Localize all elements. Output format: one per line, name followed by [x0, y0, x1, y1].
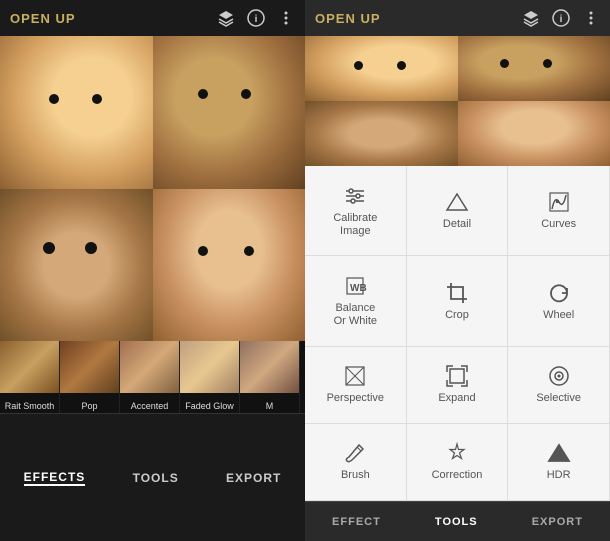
doll-cell-4 [153, 189, 306, 342]
tool-expand[interactable]: Expand [407, 347, 509, 424]
more-icon-left[interactable] [277, 9, 295, 27]
thumb-label-4: Faded Glow [180, 401, 239, 411]
curves-icon [547, 190, 571, 214]
white-balance-label: BalanceOr White [334, 302, 377, 328]
right-main-image [305, 36, 610, 166]
right-top-icons: i [522, 9, 600, 27]
perspective-label: Perspective [327, 392, 384, 405]
detail-icon [445, 190, 469, 214]
left-top-bar: OPEN UP i [0, 0, 305, 36]
tool-detail[interactable]: Detail [407, 166, 509, 256]
svg-text:i: i [560, 14, 563, 25]
doll-cell-3 [0, 189, 153, 342]
selective-label: Selective [536, 392, 581, 405]
info-icon-right[interactable]: i [552, 9, 570, 27]
thumb-accented[interactable]: Accented [120, 341, 180, 413]
more-icon-right[interactable] [582, 9, 600, 27]
left-panel: OPEN UP i [0, 0, 305, 541]
selective-icon [547, 364, 571, 388]
tool-curves[interactable]: Curves [508, 166, 610, 256]
tab-export-right[interactable]: EXPORT [532, 516, 583, 528]
app-title-right: OPEN UP [315, 11, 381, 26]
doll-cell-2 [153, 36, 306, 189]
bottom-bar-right: EFFECT TOOLS EXPORT [305, 501, 610, 541]
tab-tools-left[interactable]: TOOLS [133, 471, 179, 485]
thumb-label-2: Pop [60, 401, 119, 411]
bottom-bar-left: Effects TOOLS EXPORT [0, 413, 305, 541]
svg-text:WB: WB [350, 283, 367, 294]
tab-effects[interactable]: Effects [24, 470, 86, 486]
doll-cell-1 [0, 36, 153, 189]
hdr-label: HDR [547, 469, 571, 482]
curves-label: Curves [541, 218, 576, 231]
tool-calibrate[interactable]: CalibrateImage [305, 166, 407, 256]
main-image-left [0, 36, 305, 341]
correction-label: Correction [432, 469, 483, 482]
thumb-m[interactable]: M [240, 341, 300, 413]
left-top-icons: i [217, 9, 295, 27]
wheel-label: Wheel [543, 309, 574, 322]
thumb-label-5: M [240, 401, 299, 411]
calibrate-icon [343, 183, 367, 207]
tool-selective[interactable]: Selective [508, 347, 610, 424]
thumb-label-1: Rait Smooth [0, 401, 59, 411]
info-icon-left[interactable]: i [247, 9, 265, 27]
expand-icon [445, 364, 469, 388]
tool-correction[interactable]: Correction [407, 424, 509, 501]
layers-icon-right[interactable] [522, 9, 540, 27]
tool-white-balance[interactable]: WB BalanceOr White [305, 256, 407, 346]
expand-label: Expand [438, 392, 475, 405]
right-top-bar: OPEN UP i [305, 0, 610, 36]
hdr-icon [547, 441, 571, 465]
white-balance-icon: WB [343, 274, 367, 298]
thumb-rait-smooth[interactable]: Rait Smooth [0, 341, 60, 413]
thumb-label-3: Accented [120, 401, 179, 411]
tab-tools-right[interactable]: TOOLS [435, 516, 478, 528]
crop-icon [445, 280, 469, 304]
brush-icon [343, 441, 367, 465]
svg-text:i: i [255, 14, 258, 25]
brush-label: Brush [341, 469, 370, 482]
thumbnail-strip: Rait Smooth Pop Accented Faded Glow M [0, 341, 305, 413]
perspective-icon [343, 364, 367, 388]
thumb-faded-glow[interactable]: Faded Glow [180, 341, 240, 413]
wheel-icon [547, 280, 571, 304]
correction-icon [445, 441, 469, 465]
app-title-left: OPEN UP [10, 11, 76, 26]
crop-label: Crop [445, 309, 469, 322]
tool-hdr[interactable]: HDR [508, 424, 610, 501]
tab-export-left[interactable]: EXPORT [226, 471, 281, 485]
tab-effect-right[interactable]: EFFECT [332, 516, 381, 528]
tool-wheel[interactable]: Wheel [508, 256, 610, 346]
thumb-pop[interactable]: Pop [60, 341, 120, 413]
tool-perspective[interactable]: Perspective [305, 347, 407, 424]
tools-grid: CalibrateImage Detail Curves [305, 166, 610, 501]
calibrate-label: CalibrateImage [333, 212, 377, 238]
detail-label: Detail [443, 218, 471, 231]
layers-icon-left[interactable] [217, 9, 235, 27]
right-panel: OPEN UP i [305, 0, 610, 541]
tool-brush[interactable]: Brush [305, 424, 407, 501]
tool-crop[interactable]: Crop [407, 256, 509, 346]
